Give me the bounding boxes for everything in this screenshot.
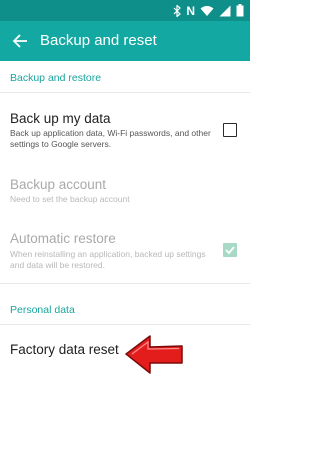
wifi-icon bbox=[200, 5, 214, 17]
app-bar: Backup and reset bbox=[0, 21, 250, 61]
automatic-restore-checkbox bbox=[223, 243, 237, 257]
setting-automatic-restore: Automatic restore When reinstalling an a… bbox=[0, 215, 250, 283]
section-header-backup-restore: Backup and restore bbox=[10, 72, 102, 84]
arrow-left-icon bbox=[12, 33, 28, 49]
setting-title: Backup account bbox=[10, 177, 107, 192]
setting-description: Back up application data, Wi-Fi password… bbox=[10, 128, 211, 149]
setting-description: When reinstalling an application, backed… bbox=[10, 249, 206, 270]
page-title: Backup and reset bbox=[40, 32, 157, 49]
back-button[interactable] bbox=[6, 27, 34, 55]
signal-icon bbox=[219, 5, 231, 17]
setting-title: Factory data reset bbox=[10, 342, 119, 357]
back-up-my-data-checkbox[interactable] bbox=[223, 123, 237, 137]
status-icons: N bbox=[173, 3, 244, 18]
setting-title: Automatic restore bbox=[10, 231, 116, 246]
setting-title: Back up my data bbox=[10, 111, 111, 126]
status-bar: N bbox=[0, 0, 250, 21]
setting-backup-account: Backup account Need to set the backup ac… bbox=[0, 161, 250, 215]
red-arrow-pointer-icon bbox=[124, 333, 186, 382]
settings-list: Backup and restore Back up my data Back … bbox=[0, 61, 250, 451]
bluetooth-icon bbox=[173, 4, 182, 17]
setting-back-up-my-data[interactable]: Back up my data Back up application data… bbox=[0, 93, 250, 161]
nfc-icon: N bbox=[186, 3, 195, 18]
section-divider bbox=[0, 283, 250, 284]
battery-icon bbox=[236, 4, 244, 17]
section-header-personal-data: Personal data bbox=[10, 304, 75, 316]
setting-description: Need to set the backup account bbox=[10, 194, 130, 204]
